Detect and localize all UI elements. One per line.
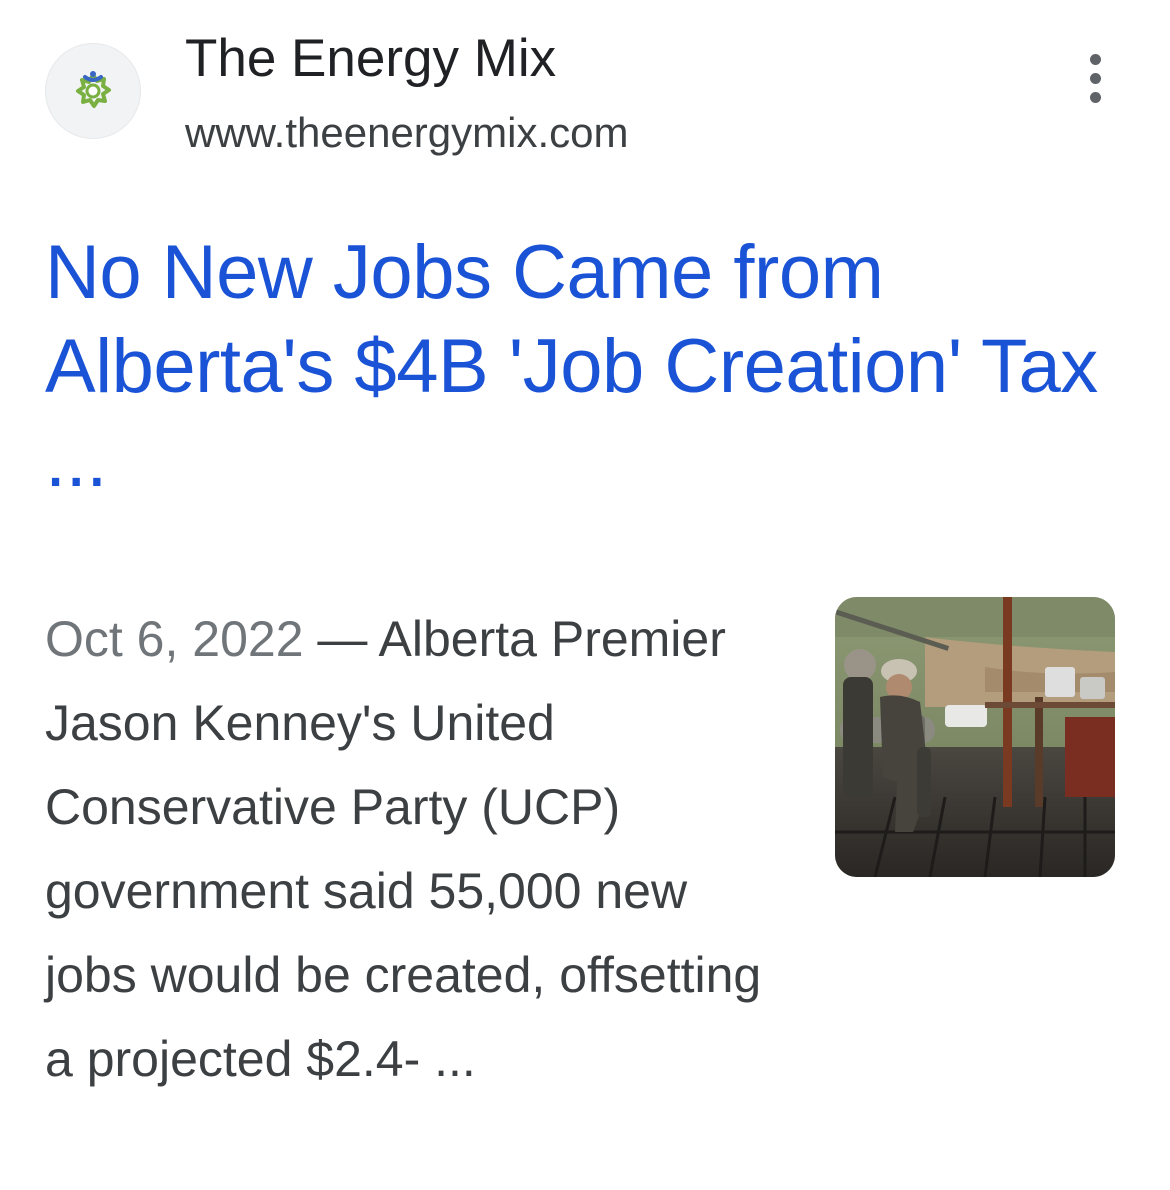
- site-url[interactable]: www.theenergymix.com: [185, 106, 628, 160]
- more-vert-icon-dot: [1089, 72, 1101, 84]
- more-options-button[interactable]: [1070, 50, 1120, 106]
- energy-mix-logo-icon: [45, 43, 141, 139]
- result-title-link[interactable]: No New Jobs Came from Alberta's $4B 'Job…: [45, 226, 1105, 508]
- date-separator: —: [303, 611, 379, 667]
- favicon-graphic: [76, 71, 111, 108]
- result-snippet: Oct 6, 2022 — Alberta Premier Jason Kenn…: [45, 597, 790, 1101]
- snippet-text: Alberta Premier Jason Kenney's United Co…: [45, 611, 762, 1087]
- more-vert-icon: [1089, 53, 1101, 65]
- oil-rig-workers-photo[interactable]: [835, 597, 1115, 877]
- site-header[interactable]: The Energy Mix www.theenergymix.com: [0, 0, 1170, 190]
- result-date: Oct 6, 2022: [45, 611, 304, 667]
- site-name[interactable]: The Energy Mix: [185, 27, 556, 91]
- search-result-card: The Energy Mix www.theenergymix.com No N…: [0, 0, 1170, 1190]
- thumbnail-image: [835, 597, 1115, 877]
- more-vert-icon-dot: [1089, 91, 1101, 103]
